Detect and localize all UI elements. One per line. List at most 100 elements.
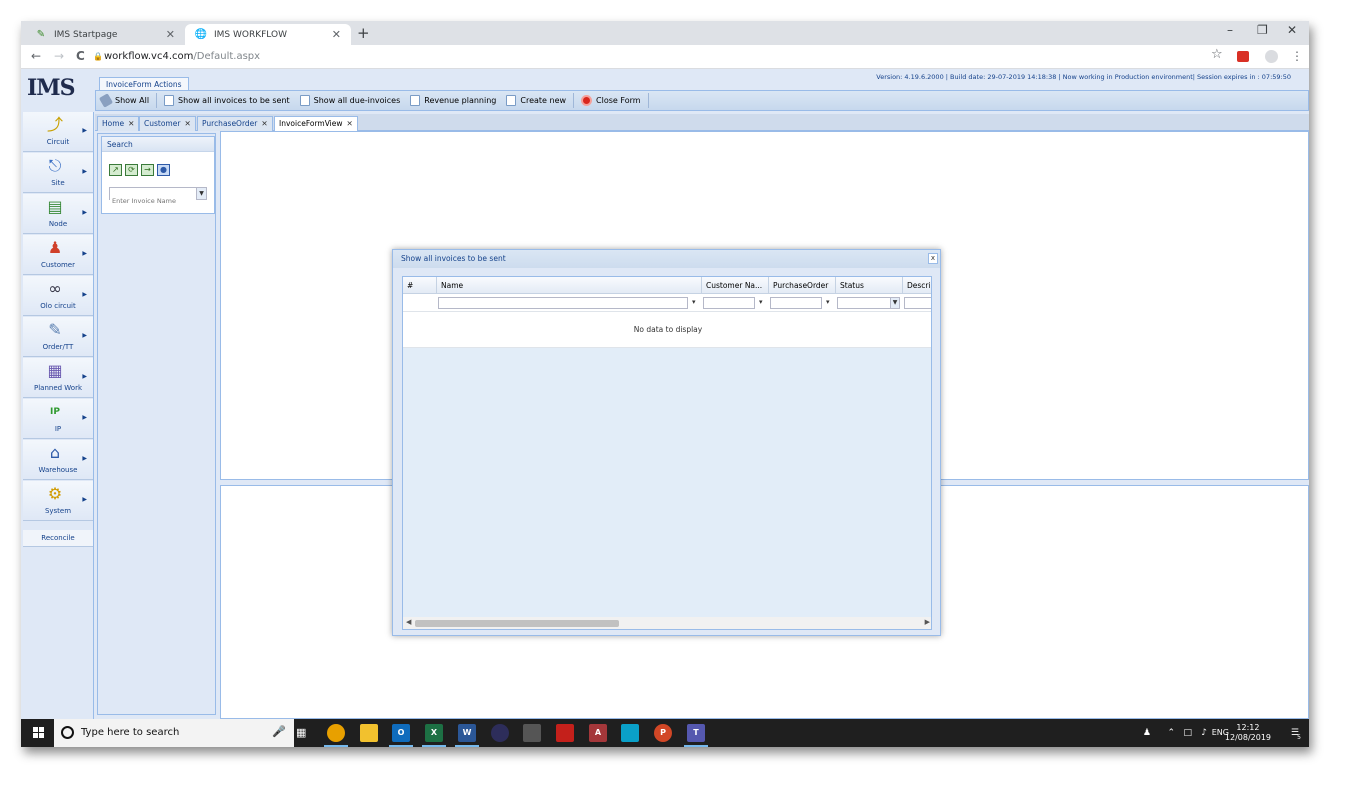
show-all-due-invoices-button[interactable]: Show all due-invoices [295,91,406,110]
taskbar-search-box[interactable]: Type here to search 🎤 [54,719,294,747]
column-header-customer-name[interactable]: Customer Na... [702,277,769,294]
dialog-close-button[interactable]: x [928,253,938,264]
invoiceform-actions-tab[interactable]: InvoiceForm Actions [99,77,189,91]
column-header-description[interactable]: Descrip [903,277,931,294]
invoice-name-combo[interactable]: ▼ [109,187,207,207]
teams-icon[interactable]: T [684,724,708,747]
filter-icon[interactable]: ▾ [826,298,830,306]
close-tab-icon[interactable]: ✕ [184,119,190,128]
new-tab-button[interactable]: + [357,24,370,42]
reload-button[interactable]: C [76,49,85,63]
task-view-icon[interactable]: ▦ [296,726,306,739]
column-header-status[interactable]: Status [836,277,903,294]
horizontal-scrollbar[interactable]: ◀ ▶ [403,617,931,629]
nav-item-customer[interactable]: ♟ ▶ Customer [23,235,93,275]
purchaseorder-filter-input[interactable] [770,297,822,309]
extension-icon[interactable] [1237,51,1249,62]
profile-avatar[interactable] [1265,50,1278,63]
people-icon[interactable]: ♟ [1143,728,1151,738]
nav-item-olo-circuit[interactable]: ∞ ▶ Olo circuit [23,276,93,316]
windows-start-button[interactable] [33,727,45,739]
volume-icon[interactable]: ♪ [1201,728,1207,738]
nav-item-warehouse[interactable]: ⌂ ▶ Warehouse [23,440,93,480]
taskbar-clock[interactable]: 12:12 12/08/2019 [1225,723,1271,743]
customer-name-filter-input[interactable] [703,297,755,309]
nav-item-node[interactable]: ▤ ▶ Node [23,194,93,234]
tab-invoiceformview[interactable]: InvoiceFormView ✕ [274,116,358,132]
forward-button[interactable]: → [54,49,64,63]
network-icon[interactable]: □ [1183,728,1192,738]
chevron-right-icon: ▶ [82,168,87,175]
access-icon[interactable]: A [589,724,607,742]
nav-item-planned-work[interactable]: ▦ ▶ Planned Work [23,358,93,398]
calculator-icon[interactable] [523,724,541,742]
excel-icon[interactable]: X [422,724,446,747]
close-form-button[interactable]: Close Form [576,91,646,110]
browser-menu-icon[interactable]: ⋮ [1291,49,1303,63]
nav-item-order-tt[interactable]: ✎ ▶ Order/TT [23,317,93,357]
acrobat-icon[interactable] [556,724,574,742]
search-actions: ↗ ⟳ → ● [109,164,170,176]
chrome-icon[interactable] [324,724,348,747]
search-panel: Search ↗ ⟳ → ● ▼ [97,133,216,715]
word-icon[interactable]: W [455,724,479,747]
chevron-down-icon[interactable]: ▼ [196,188,206,199]
scrollbar-thumb[interactable] [415,620,619,627]
chevron-down-icon[interactable]: ▼ [890,297,900,309]
nav-item-reconcile[interactable]: Reconcile [23,530,93,547]
binoculars-icon[interactable]: ● [157,164,170,176]
powerpoint-icon[interactable]: P [654,724,672,742]
tab-home[interactable]: Home ✕ [97,116,140,131]
microphone-icon[interactable]: 🎤 [272,725,286,738]
tab-purchaseorder[interactable]: PurchaseOrder ✕ [197,116,273,131]
scroll-left-icon[interactable]: ◀ [406,618,411,626]
nav-item-site[interactable]: ⎋ ▶ Site [23,153,93,193]
tab-customer[interactable]: Customer ✕ [139,116,196,131]
browser-tab-ims-startpage[interactable]: ✎ IMS Startpage ✕ [25,24,185,45]
show-all-button[interactable]: Show All [96,91,154,110]
nav-item-label: IP [54,425,62,433]
nav-item-circuit[interactable]: ⤴ ▶ Circuit [23,112,93,152]
nav-item-label: Customer [40,261,75,269]
bookmark-star-icon[interactable]: ☆ [1211,47,1223,62]
nav-item-ip[interactable]: IP ▶ IP [23,399,93,439]
refresh-icon[interactable]: ⟳ [125,164,138,176]
column-header-name[interactable]: Name [437,277,702,294]
filter-icon[interactable]: ▾ [759,298,763,306]
window-close-button[interactable]: ✕ [1287,23,1297,37]
tray-chevron-up-icon[interactable]: ⌃ [1167,728,1175,738]
close-tab-icon[interactable]: ✕ [332,28,341,41]
filter-icon[interactable]: ▾ [692,298,696,306]
ims-application: IMS Version: 4.19.6.2000 | Build date: 2… [21,69,1309,719]
name-filter-input[interactable] [438,297,688,309]
column-header-purchaseorder[interactable]: PurchaseOrder [769,277,836,294]
close-tab-icon[interactable]: ✕ [261,119,267,128]
photos-icon[interactable] [621,724,639,742]
create-new-button[interactable]: Create new [501,91,571,110]
scroll-right-icon[interactable]: ▶ [925,618,930,626]
nav-item-system[interactable]: ⚙ ▶ System [23,481,93,521]
show-all-invoices-to-be-sent-button[interactable]: Show all invoices to be sent [159,91,295,110]
password-manager-icon[interactable] [491,724,509,742]
invoice-name-input[interactable] [110,195,196,207]
status-filter-select[interactable] [837,297,891,309]
outlook-icon[interactable]: O [389,724,413,747]
browser-tab-ims-workflow[interactable]: 🌐 IMS WORKFLOW ✕ [185,24,351,45]
add-filter-icon[interactable]: ↗ [109,164,122,176]
file-explorer-icon[interactable] [360,724,378,742]
revenue-planning-button[interactable]: Revenue planning [405,91,501,110]
tab-label: Customer [144,119,181,128]
document-icon [299,95,310,106]
column-header-number[interactable]: # [403,277,437,294]
description-filter-input[interactable] [904,297,931,309]
close-tab-icon[interactable]: ✕ [166,28,175,41]
url-field[interactable]: workflow.vc4.com/Default.aspx [104,51,260,62]
maximize-button[interactable]: ❐ [1257,23,1268,37]
back-button[interactable]: ← [31,49,41,63]
close-tab-icon[interactable]: ✕ [128,119,134,128]
minimize-button[interactable]: – [1227,23,1233,37]
export-icon[interactable]: → [141,164,154,176]
nav-item-label: Planned Work [33,384,83,392]
close-tab-icon[interactable]: ✕ [347,119,353,128]
olo-circuit-icon: ∞ [48,279,62,298]
